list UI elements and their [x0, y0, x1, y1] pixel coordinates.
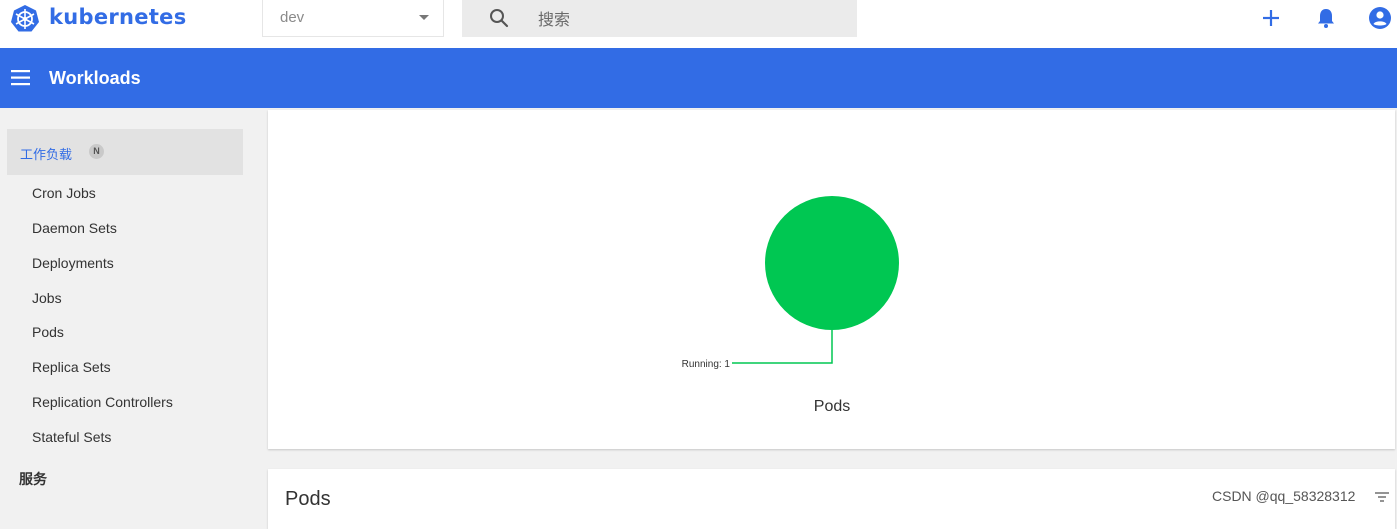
add-icon[interactable] [1258, 5, 1284, 31]
kubernetes-logo-icon[interactable] [10, 4, 40, 34]
pods-card-title: Pods [285, 488, 331, 510]
namespace-value: dev [280, 9, 305, 26]
app-bar: Workloads [0, 48, 1397, 108]
pie-slice-running[interactable] [765, 196, 899, 330]
sidebar-item-cron-jobs[interactable]: Cron Jobs [32, 185, 96, 201]
sidebar-item-deployments[interactable]: Deployments [32, 255, 114, 271]
pods-status-card: Running: 1 Pods [268, 110, 1395, 449]
sidebar-item-jobs[interactable]: Jobs [32, 290, 62, 306]
chart-title: Pods [814, 398, 850, 415]
sidebar-item-replica-sets[interactable]: Replica Sets [32, 359, 111, 375]
namespaced-badge: N [89, 144, 104, 159]
namespace-select[interactable]: dev [262, 0, 444, 37]
filter-icon [1375, 492, 1389, 502]
sidebar-item-daemon-sets[interactable]: Daemon Sets [32, 220, 117, 236]
search-input[interactable] [536, 4, 840, 34]
account-icon[interactable] [1367, 5, 1393, 31]
sidebar-section-services[interactable]: 服务 [19, 469, 47, 489]
sidebar-item-replication-controllers[interactable]: Replication Controllers [32, 394, 173, 410]
page-title: Workloads [49, 68, 141, 88]
chevron-down-icon [419, 15, 429, 20]
watermark: CSDN @qq_58328312 [1212, 488, 1356, 504]
search-bar [462, 0, 857, 37]
pie-leader-line [732, 330, 833, 364]
sidebar-section-workloads[interactable]: 工作负载 N [7, 129, 243, 175]
brand-title[interactable]: kubernetes [49, 5, 187, 29]
bell-icon[interactable] [1313, 5, 1339, 31]
sidebar-item-stateful-sets[interactable]: Stateful Sets [32, 429, 111, 445]
sidebar: 工作负载 N Cron Jobs Daemon Sets Deployments… [0, 108, 260, 515]
top-bar: kubernetes dev [0, 0, 1397, 49]
sidebar-section-label: 工作负载 [20, 147, 73, 162]
menu-icon[interactable] [10, 67, 32, 89]
search-icon [490, 9, 509, 28]
sidebar-item-pods[interactable]: Pods [32, 324, 64, 340]
pods-pie-chart: Running: 1 Pods [682, 196, 899, 415]
pie-label-running: Running: 1 [682, 359, 731, 370]
